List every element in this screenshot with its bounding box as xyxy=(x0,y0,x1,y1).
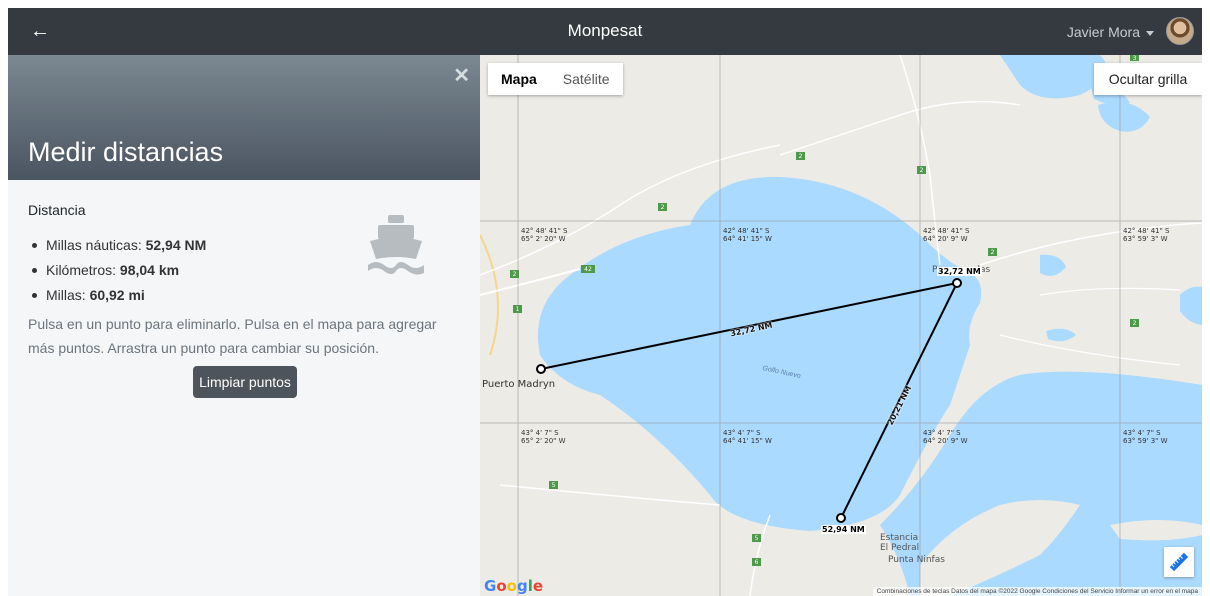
grid-lat: 42° 48' 41" S xyxy=(1123,227,1170,235)
clear-points-button[interactable]: Limpiar puntos xyxy=(193,366,297,398)
metric-value: 98,04 km xyxy=(119,262,180,278)
svg-text:3: 3 xyxy=(1133,55,1137,62)
grid-lat: 42° 48' 41" S xyxy=(923,227,970,235)
map-attribution[interactable]: Combinaciones de teclas Datos del mapa ©… xyxy=(872,587,1202,596)
distance-metrics: Millas náuticas: 52,94 NM Kilómetros: 98… xyxy=(31,233,207,308)
grid-lon: 64° 20' 9" W xyxy=(923,235,968,243)
grid-label: 43° 4' 7" S 64° 41' 15" W xyxy=(723,429,772,445)
grid-label: 42° 48' 41" S 64° 41' 15" W xyxy=(723,227,772,243)
close-icon[interactable]: ✕ xyxy=(453,63,470,88)
grid-lat: 42° 48' 41" S xyxy=(723,227,770,235)
grid-lon: 65° 2' 20" W xyxy=(521,437,566,445)
map-graphics: 2 2 42 2 2 2 1 2 5 5 6 3 xyxy=(480,55,1202,596)
map-type-control: Mapa Satélite xyxy=(488,63,623,95)
measure-panel: ✕ Medir distancias Distancia Millas náut… xyxy=(8,55,480,596)
place-estancia: Estancia xyxy=(880,533,919,543)
svg-text:2: 2 xyxy=(991,249,995,256)
metric-kilometers: Kilómetros: 98,04 km xyxy=(31,258,206,283)
user-menu[interactable]: Javier Mora xyxy=(1067,24,1154,40)
grid-lon: 63° 59' 3" W xyxy=(1123,437,1168,445)
point-label: 52,94 NM xyxy=(821,525,866,534)
svg-text:2: 2 xyxy=(1133,320,1137,327)
svg-text:5: 5 xyxy=(755,535,759,542)
place-punta-ninfas: Punta Ninfas xyxy=(888,555,945,565)
svg-text:5: 5 xyxy=(552,482,556,489)
panel-header: ✕ Medir distancias xyxy=(8,55,480,180)
grid-label: 43° 4' 7" S 65° 2' 20" W xyxy=(521,429,566,445)
metric-label: Millas: xyxy=(46,287,90,303)
metric-nautical-miles: Millas náuticas: 52,94 NM xyxy=(31,233,207,258)
instructions-text: Pulsa en un punto para eliminarlo. Pulsa… xyxy=(28,316,437,356)
grid-lat: 43° 4' 7" S xyxy=(1123,429,1161,437)
grid-lat: 42° 48' 41" S xyxy=(521,227,568,235)
grid-label: 42° 48' 41" S 63° 59' 3" W xyxy=(1123,227,1169,243)
map-type-satellite[interactable]: Satélite xyxy=(550,63,623,95)
grid-lon: 64° 41' 15" W xyxy=(723,235,772,243)
toggle-grid-button[interactable]: Ocultar grilla xyxy=(1094,63,1202,95)
metric-value: 52,94 NM xyxy=(145,237,207,253)
top-navbar: ← Monpesat Javier Mora xyxy=(8,8,1202,55)
grid-label: 42° 48' 41" S 64° 20' 9" W xyxy=(923,227,969,243)
place-puerto-madryn: Puerto Madryn xyxy=(482,379,556,390)
grid-lon: 64° 41' 15" W xyxy=(723,437,772,445)
metric-miles: Millas: 60,92 mi xyxy=(31,283,206,308)
grid-label: 43° 4' 7" S 63° 59' 3" W xyxy=(1123,429,1168,445)
svg-text:42: 42 xyxy=(584,266,592,273)
grid-lon: 65° 2' 20" W xyxy=(521,235,566,243)
svg-text:6: 6 xyxy=(755,559,759,566)
grid-lat: 43° 4' 7" S xyxy=(723,429,761,437)
svg-text:2: 2 xyxy=(513,271,517,278)
grid-lat: 43° 4' 7" S xyxy=(521,429,559,437)
caret-down-icon xyxy=(1146,30,1154,36)
grid-label: 43° 4' 7" S 64° 20' 9" W xyxy=(923,429,968,445)
metric-label: Millas náuticas: xyxy=(46,237,146,253)
place-el-pedral: El Pedral xyxy=(880,543,920,553)
distance-heading: Distancia xyxy=(28,202,86,218)
map-canvas[interactable]: 2 2 42 2 2 2 1 2 5 5 6 3 42° 48' 41" S 65… xyxy=(480,55,1202,596)
svg-text:2: 2 xyxy=(661,204,665,211)
google-logo: Google xyxy=(484,577,544,595)
ship-icon xyxy=(368,215,424,275)
grid-lat: 43° 4' 7" S xyxy=(923,429,961,437)
svg-text:2: 2 xyxy=(799,153,803,160)
svg-text:2: 2 xyxy=(920,167,924,174)
point-label: 32,72 NM xyxy=(937,267,982,276)
grid-lon: 63° 59' 3" W xyxy=(1123,235,1168,243)
grid-lon: 64° 20' 9" W xyxy=(923,437,968,445)
panel-title: Medir distancias xyxy=(28,137,224,167)
avatar[interactable] xyxy=(1166,17,1194,45)
app-title: Monpesat xyxy=(567,21,643,40)
user-name: Javier Mora xyxy=(1066,24,1140,40)
grid-label: 42° 48' 41" S 65° 2' 20" W xyxy=(521,227,567,243)
svg-text:1: 1 xyxy=(516,306,520,313)
map-type-map[interactable]: Mapa xyxy=(488,63,550,95)
ruler-icon[interactable] xyxy=(1164,547,1194,577)
metric-value: 60,92 mi xyxy=(89,287,145,303)
metric-label: Kilómetros: xyxy=(46,262,120,278)
